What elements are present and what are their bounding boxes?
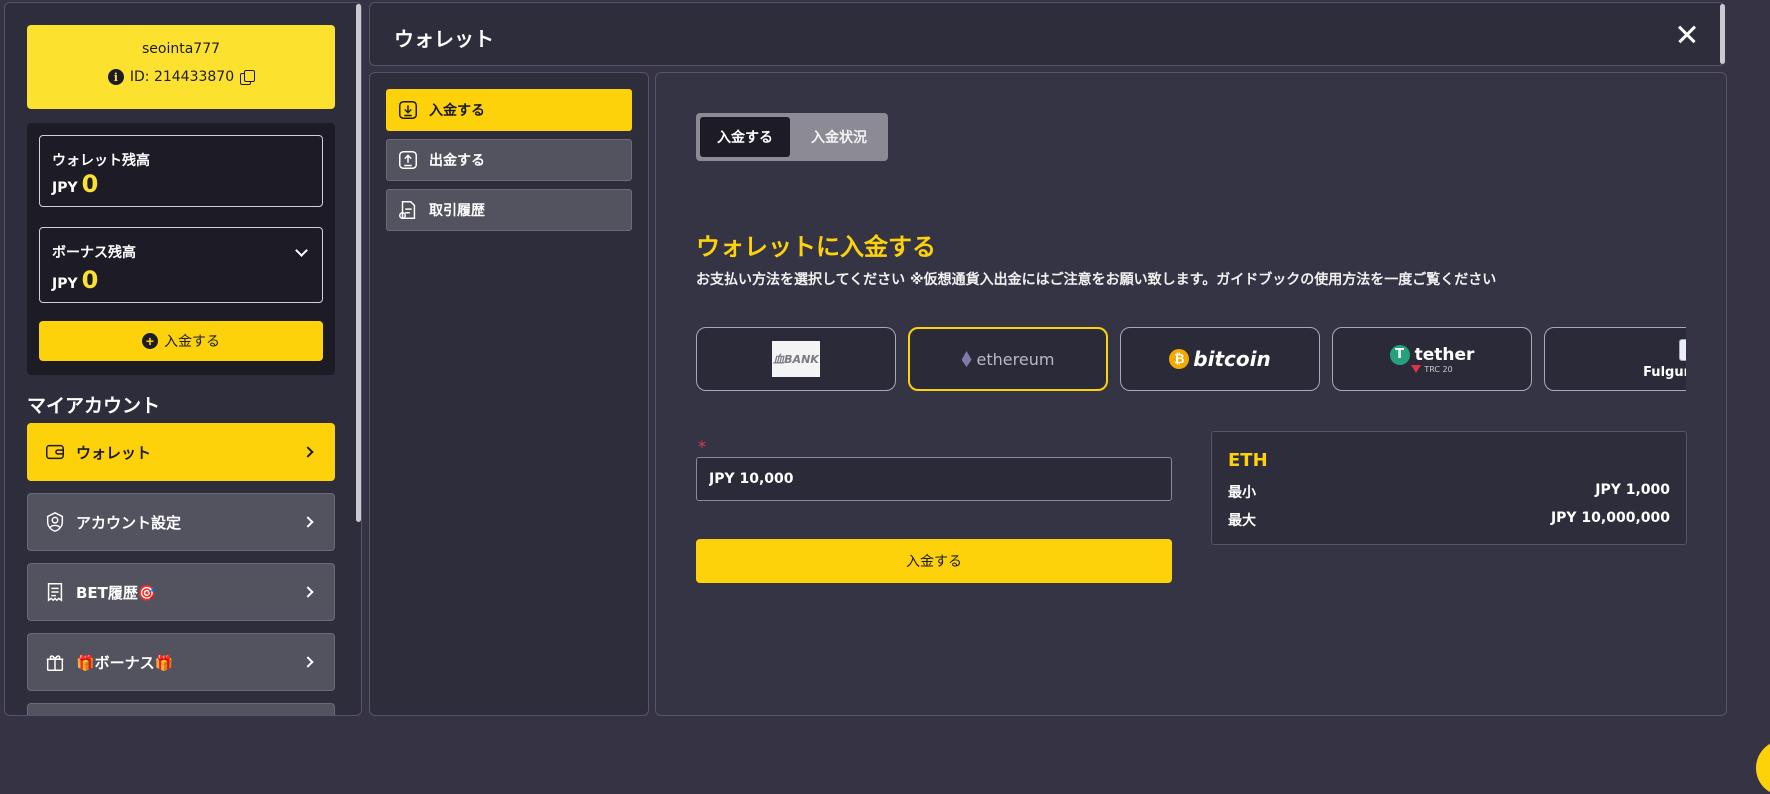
wallet-balance-amount: 0 — [81, 170, 99, 198]
subnav-withdraw[interactable]: 出金する — [386, 139, 632, 181]
download-icon — [399, 101, 417, 119]
my-account-title: マイアカウント — [27, 395, 161, 417]
subnav-label: 出金する — [429, 153, 485, 169]
close-icon[interactable] — [1674, 21, 1700, 47]
amount-input[interactable] — [696, 457, 1172, 501]
chat-launcher[interactable] — [1756, 740, 1770, 794]
wallet-header: ウォレット — [369, 2, 1725, 66]
tab-deposit-status[interactable]: 入金状況 — [794, 117, 884, 157]
deposit-heading: ウォレットに入金する — [696, 233, 936, 261]
chevron-down-icon[interactable] — [295, 244, 308, 257]
chevron-right-icon — [302, 446, 314, 458]
username: seointa777 — [141, 41, 221, 57]
upload-icon — [399, 151, 417, 169]
user-id: ID: 214433870 — [129, 69, 235, 85]
wallet-balance-currency: JPY — [52, 180, 78, 196]
method-fulgurpay[interactable]: FulgurPayTRX — [1544, 327, 1686, 391]
method-bank[interactable]: 血BANK — [696, 327, 896, 391]
plus-circle-icon: + — [142, 333, 158, 349]
account-nav-label: BET履歴🎯 — [76, 583, 157, 602]
copy-icon[interactable] — [240, 70, 256, 85]
info-icon: i — [107, 69, 124, 85]
tether-network: TRC 20 — [1424, 364, 1453, 374]
subnav-label: 入金する — [429, 103, 485, 119]
deposit-instructions: お支払い方法を選択してください ※仮想通貨入出金にはご注意をお願い致します。ガイ… — [696, 272, 1497, 288]
required-mark: * — [698, 437, 706, 456]
max-label: 最大 — [1228, 513, 1256, 529]
bonus-balance-amount: 0 — [81, 266, 99, 294]
account-sidebar: seointa777 i ID: 214433870 ウォレット残高 JPY 0… — [4, 2, 362, 716]
max-value: JPY 10,000,000 — [1550, 510, 1670, 526]
user-card: seointa777 i ID: 214433870 — [27, 25, 335, 109]
method-tether[interactable]: T tether TRC 20 — [1332, 327, 1532, 391]
chevron-right-icon — [302, 656, 314, 668]
wallet-icon — [46, 444, 64, 460]
tab-deposit[interactable]: 入金する — [700, 117, 790, 157]
deposit-submit-button[interactable]: 入金する — [696, 539, 1172, 583]
coin-label: ETH — [1228, 450, 1268, 471]
method-ethereum[interactable]: ethereum — [908, 327, 1108, 391]
deposit-tabs: 入金する 入金状況 — [696, 113, 888, 161]
method-bitcoin[interactable]: ₿ bitcoin — [1120, 327, 1320, 391]
account-nav-more[interactable] — [27, 703, 335, 715]
account-nav-bonus[interactable]: 🎁ボーナス🎁 — [27, 633, 335, 691]
account-nav-settings[interactable]: アカウント設定 — [27, 493, 335, 551]
account-nav-label: ウォレット — [76, 443, 152, 462]
user-id-row: i ID: 214433870 — [27, 69, 335, 85]
min-value: JPY 1,000 — [1595, 482, 1670, 498]
bonus-balance-currency: JPY — [52, 276, 78, 292]
wallet-balance-label: ウォレット残高 — [52, 153, 150, 169]
tether-label: tether — [1414, 344, 1475, 365]
user-shield-icon — [46, 512, 64, 532]
receipt-icon — [47, 583, 63, 602]
account-nav-label: 🎁ボーナス🎁 — [76, 653, 174, 672]
account-nav-wallet[interactable]: ウォレット — [27, 423, 335, 481]
sidebar-deposit-label: 入金する — [164, 333, 220, 349]
payment-methods: 血BANK ethereum ₿ bitcoin T tether TRC 20… — [696, 327, 1686, 393]
document-icon — [399, 201, 416, 219]
deposit-content: 入金する 入金状況 ウォレットに入金する お支払い方法を選択してください ※仮想… — [655, 72, 1727, 716]
ethereum-label: ethereum — [976, 349, 1055, 369]
sidebar-deposit-button[interactable]: + 入金する — [39, 321, 323, 361]
bonus-balance-box[interactable]: ボーナス残高 JPY 0 — [39, 227, 323, 303]
min-label: 最小 — [1228, 485, 1256, 501]
bank-logo: 血BANK — [772, 341, 820, 377]
balance-panel: ウォレット残高 JPY 0 ボーナス残高 JPY 0 + 入金する — [27, 123, 335, 375]
tron-icon — [1411, 365, 1422, 373]
subnav-label: 取引履歴 — [429, 203, 485, 219]
ethereum-icon — [961, 351, 972, 367]
chevron-right-icon — [302, 586, 314, 598]
subnav-history[interactable]: 取引履歴 — [386, 189, 632, 231]
account-nav-label: アカウント設定 — [76, 513, 182, 532]
gift-box-icon — [46, 655, 64, 671]
main-scrollbar[interactable] — [1720, 4, 1725, 64]
account-nav-bet-history[interactable]: BET履歴🎯 — [27, 563, 335, 621]
bitcoin-icon: ₿ — [1169, 349, 1190, 369]
page-title: ウォレット — [394, 27, 494, 51]
chevron-right-icon — [302, 516, 314, 528]
credit-card-icon — [1679, 338, 1686, 361]
wallet-subnav: 入金する 出金する 取引履歴 — [369, 72, 649, 716]
tether-icon: T — [1389, 344, 1410, 365]
sidebar-scrollbar[interactable] — [356, 4, 361, 522]
bonus-balance-label: ボーナス残高 — [52, 245, 136, 261]
limits-box: ETH 最小 JPY 1,000 最大 JPY 10,000,000 — [1211, 431, 1687, 545]
subnav-deposit[interactable]: 入金する — [386, 89, 632, 131]
bitcoin-label: bitcoin — [1193, 347, 1271, 371]
wallet-balance-box: ウォレット残高 JPY 0 — [39, 135, 323, 207]
fulgurpay-label: FulgurPayTRX — [1643, 364, 1686, 380]
